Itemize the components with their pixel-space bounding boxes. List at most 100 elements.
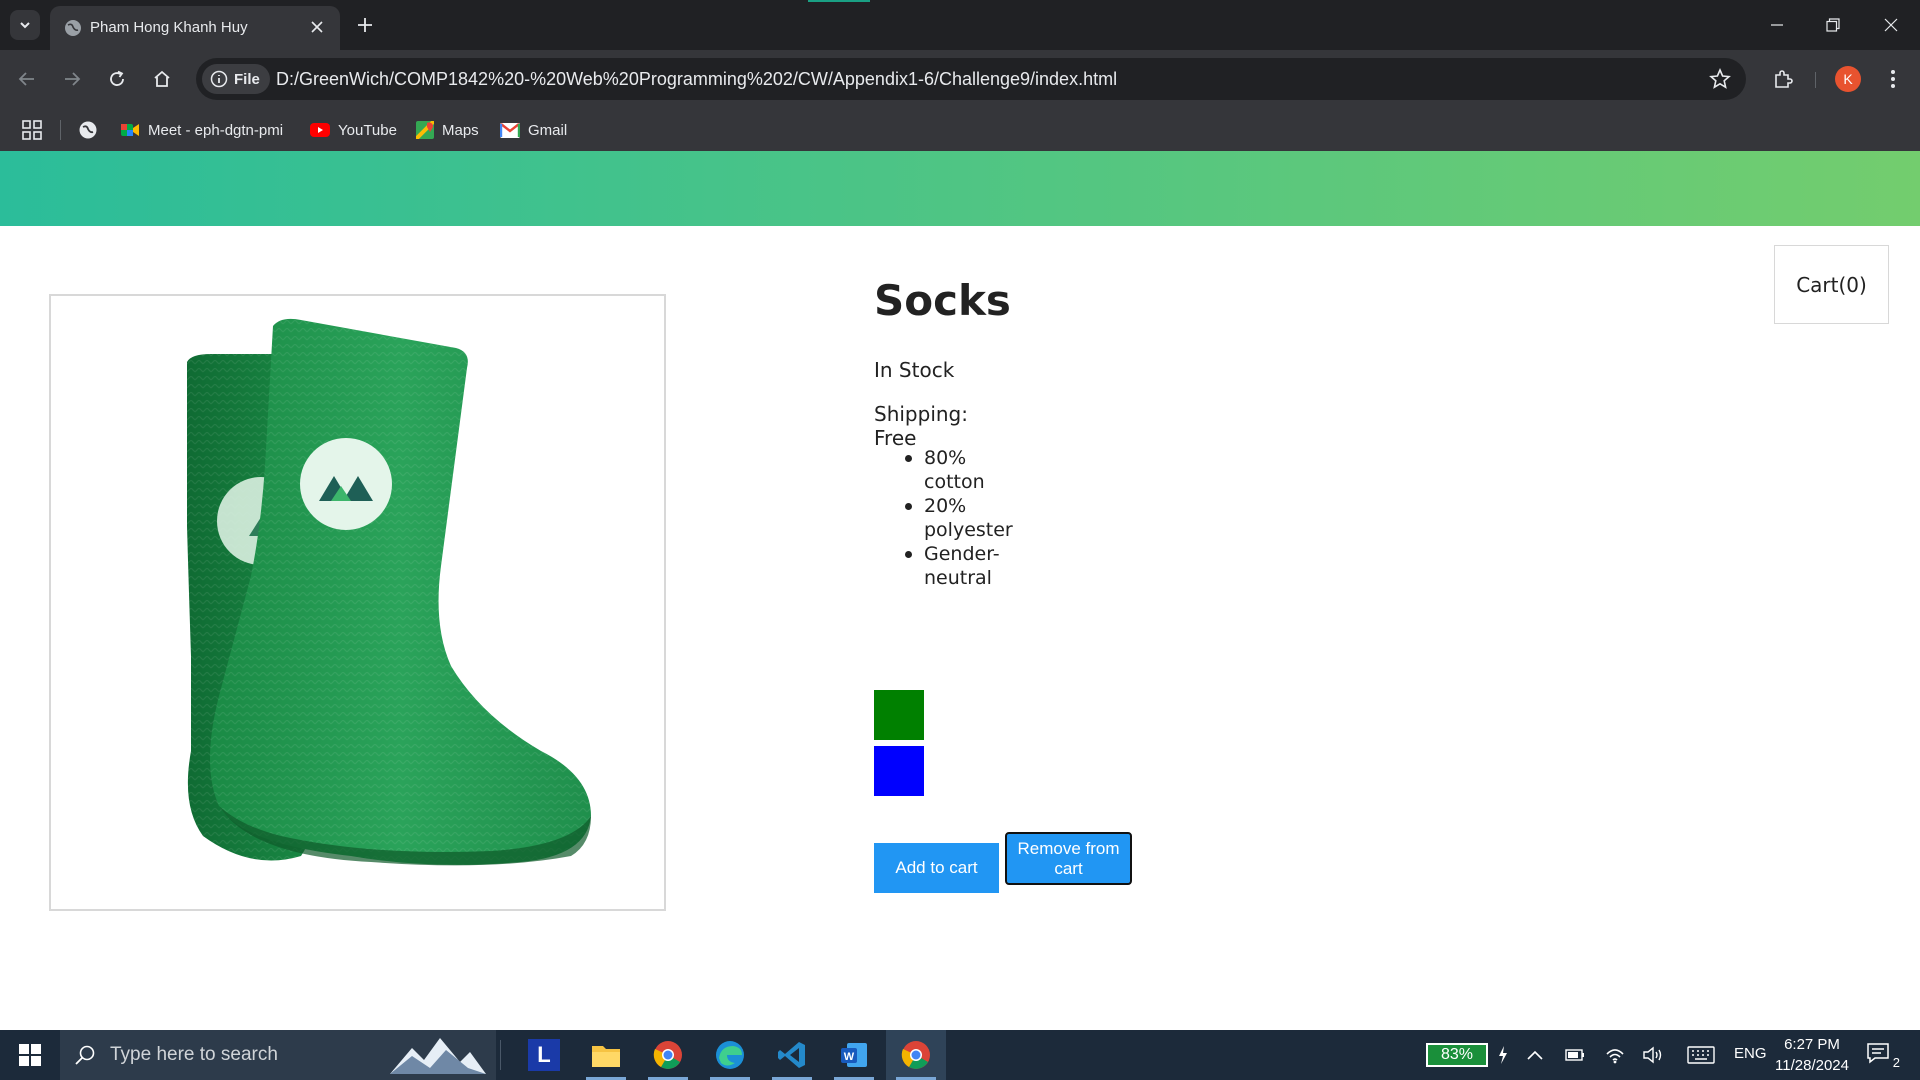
product-title: Socks — [874, 276, 1011, 325]
product-image — [49, 294, 666, 911]
system-clock[interactable]: 6:27 PM 11/28/2024 — [1772, 1034, 1852, 1076]
clock-time: 6:27 PM — [1784, 1036, 1840, 1053]
gmail-icon — [500, 122, 520, 138]
tab-search-button[interactable] — [10, 10, 40, 40]
home-icon — [154, 70, 170, 87]
bookmarks-bar: Meet - eph-dgtn-pmi YouTube Maps Gmail — [0, 108, 1920, 151]
taskbar-app-chrome-active[interactable] — [896, 1035, 936, 1080]
color-swatch-green[interactable] — [874, 690, 924, 740]
bookmark-youtube[interactable]: YouTube — [310, 118, 397, 142]
chevron-up-icon — [1527, 1050, 1543, 1060]
info-icon — [210, 70, 228, 88]
google-meet-icon — [121, 124, 139, 136]
search-icon — [75, 1045, 95, 1065]
globe-icon[interactable] — [78, 120, 98, 140]
taskbar-app-lingo[interactable]: L — [524, 1035, 564, 1075]
kebab-menu-icon — [1891, 70, 1895, 88]
home-button[interactable] — [147, 64, 177, 94]
bookmark-label: Maps — [442, 121, 479, 139]
address-bar[interactable]: File D:/GreenWich/COMP1842%20-%20Web%20P… — [196, 58, 1746, 100]
tray-touch-keyboard[interactable] — [1686, 1044, 1716, 1066]
close-icon — [311, 21, 323, 33]
socks-image — [187, 318, 591, 866]
reload-icon — [110, 70, 124, 86]
site-info-chip[interactable]: File — [202, 64, 270, 94]
bookmark-gmail[interactable]: Gmail — [500, 118, 567, 142]
tray-volume[interactable] — [1642, 1044, 1664, 1066]
toolbar-separator — [1815, 72, 1816, 88]
shipping-info: Shipping: Free — [874, 402, 968, 450]
minimize-icon — [1771, 24, 1783, 26]
battery-indicator[interactable]: 83% — [1426, 1043, 1488, 1067]
taskbar-app-word[interactable]: W — [834, 1035, 874, 1080]
color-swatch-blue[interactable] — [874, 746, 924, 796]
new-tab-button[interactable] — [352, 12, 378, 38]
wifi-icon — [1606, 1049, 1624, 1064]
start-button[interactable] — [0, 1030, 60, 1080]
taskbar-app-edge[interactable] — [710, 1035, 750, 1080]
tray-battery[interactable] — [1564, 1044, 1586, 1066]
list-item: 80% cotton — [905, 446, 1013, 494]
puzzle-icon — [1775, 70, 1793, 88]
stock-status: In Stock — [874, 358, 955, 382]
back-button[interactable] — [12, 64, 42, 94]
restore-button[interactable] — [1820, 12, 1846, 38]
remove-from-cart-button[interactable]: Remove from cart — [1005, 832, 1132, 885]
minimize-button[interactable] — [1764, 12, 1790, 38]
apps-grid-icon[interactable] — [20, 118, 44, 142]
chrome-icon — [901, 1041, 930, 1069]
bookmark-label: Gmail — [528, 121, 568, 139]
speaker-icon — [1643, 1046, 1662, 1064]
tab-strip: Pham Hong Khanh Huy — [0, 0, 1920, 50]
search-placeholder: Type here to search — [110, 1044, 278, 1065]
list-item: Gender-neutral — [905, 542, 1013, 590]
youtube-icon — [310, 123, 330, 137]
close-window-button[interactable] — [1878, 12, 1904, 38]
plus-icon — [358, 18, 372, 32]
forward-button[interactable] — [57, 64, 87, 94]
cart-counter: Cart(0) — [1774, 245, 1889, 324]
taskbar-app-chrome[interactable] — [648, 1035, 688, 1080]
active-tab[interactable]: Pham Hong Khanh Huy — [50, 6, 340, 50]
bookmark-label: Meet - eph-dgtn-pmi — [148, 121, 284, 139]
close-tab-button[interactable] — [306, 16, 328, 38]
chrome-icon — [653, 1041, 682, 1069]
browser-toolbar: File D:/GreenWich/COMP1842%20-%20Web%20P… — [0, 50, 1920, 108]
extensions-button[interactable] — [1768, 64, 1798, 94]
windows-taskbar: Type here to search L W 83% ENG 6:27 PM … — [0, 1030, 1920, 1080]
tab-title: Pham Hong Khanh Huy — [90, 19, 248, 36]
bookmark-star-icon[interactable] — [1708, 67, 1732, 91]
folder-icon — [592, 1046, 620, 1067]
vscode-icon — [778, 1042, 805, 1068]
input-language[interactable]: ENG — [1734, 1045, 1767, 1062]
mountain-highlight-icon — [390, 1038, 486, 1074]
taskbar-search[interactable]: Type here to search — [60, 1030, 496, 1080]
arrow-right-icon — [65, 72, 81, 86]
page-viewport: Cart(0) Socks In Stock Shipping: Free 80… — [0, 151, 1920, 1030]
window-drag-indicator — [808, 0, 870, 2]
word-icon: W — [841, 1043, 867, 1067]
show-hidden-icons-button[interactable] — [1524, 1044, 1546, 1066]
chevron-down-icon — [20, 22, 30, 29]
l-app-icon: L — [528, 1039, 560, 1071]
taskbar-app-vscode[interactable] — [772, 1035, 812, 1080]
globe-icon — [65, 20, 81, 36]
battery-icon — [1565, 1049, 1584, 1061]
windows-logo-icon — [19, 1044, 41, 1066]
product-info: Socks In Stock Shipping: Free 80% cotton… — [874, 276, 1132, 893]
bookmark-meet[interactable]: Meet - eph-dgtn-pmi — [120, 118, 283, 142]
tray-charging — [1492, 1044, 1514, 1066]
lightning-icon — [1499, 1046, 1507, 1064]
bookmarks-separator — [60, 120, 61, 140]
taskbar-app-file-explorer[interactable] — [586, 1035, 626, 1080]
browser-menu-button[interactable] — [1880, 64, 1906, 94]
notification-center-button[interactable]: 2 — [1866, 1042, 1900, 1070]
google-maps-icon — [416, 121, 434, 139]
url-text[interactable]: D:/GreenWich/COMP1842%20-%20Web%20Progra… — [276, 69, 1117, 90]
tray-network[interactable] — [1604, 1044, 1626, 1066]
bookmark-maps[interactable]: Maps — [416, 118, 479, 142]
reload-button[interactable] — [102, 64, 132, 94]
profile-avatar[interactable]: K — [1835, 66, 1861, 92]
site-info-label: File — [234, 70, 260, 88]
add-to-cart-button[interactable]: Add to cart — [874, 843, 999, 893]
